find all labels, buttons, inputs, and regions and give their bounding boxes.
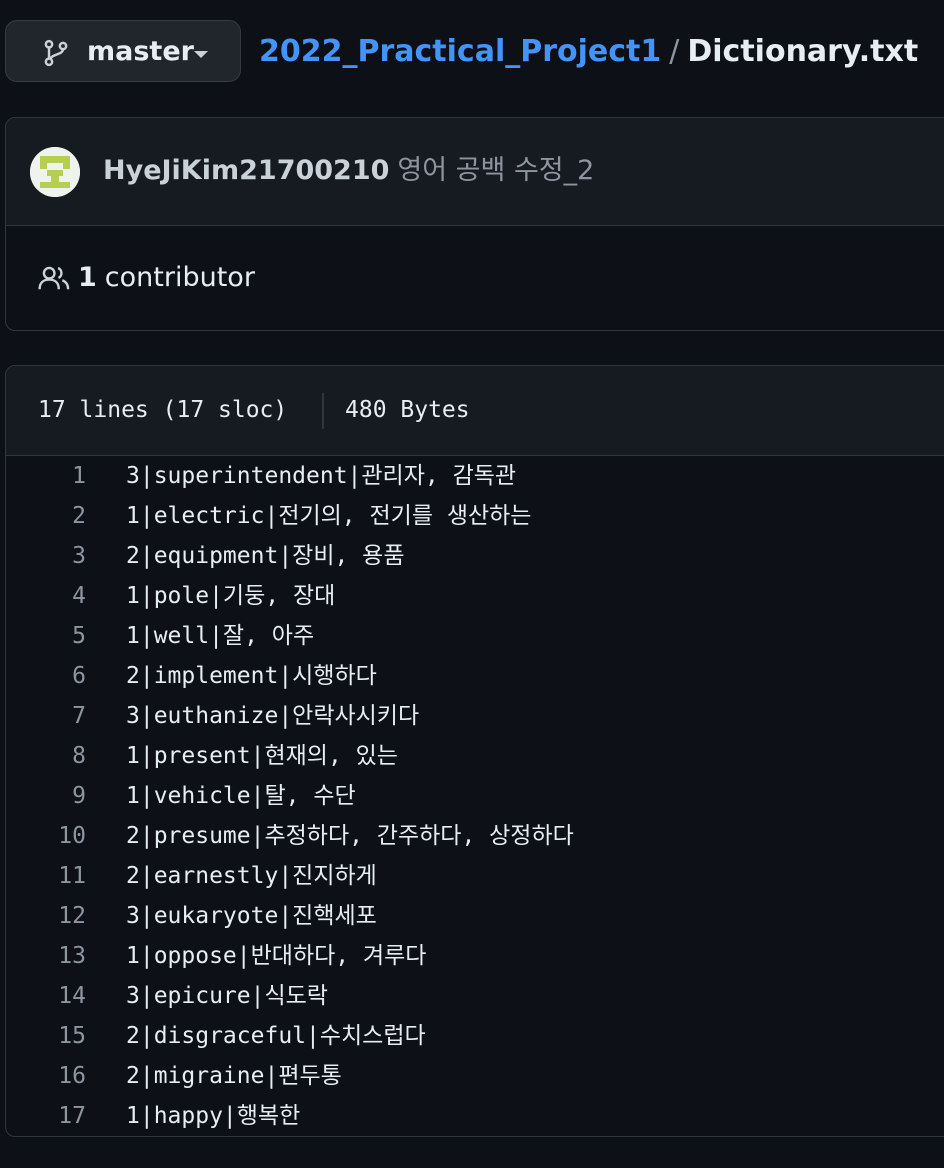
code-line: 8 1|present|현재의, 있는 [6,736,944,776]
line-number[interactable]: 16 [6,1056,86,1096]
code-line: 15 2|disgraceful|수치스럽다 [6,1016,944,1056]
line-content: 1|present|현재의, 있는 [126,743,398,769]
line-content: 1|happy|행복한 [126,1103,301,1129]
code-line: 16 2|migraine|편두통 [6,1056,944,1096]
chevron-down-icon [194,51,208,58]
line-content: 3|superintendent|관리자, 감독관 [126,463,517,489]
line-number[interactable]: 15 [6,1016,86,1056]
line-number[interactable]: 17 [6,1096,86,1136]
line-number[interactable]: 2 [6,496,86,536]
contributor-count: 1 [78,262,97,293]
code-line: 9 1|vehicle|탈, 수단 [6,776,944,816]
contributors-link[interactable]: 1 contributor [38,261,255,295]
breadcrumb-repo-link[interactable]: 2022_Practical_Project1 [259,34,661,69]
code-line: 4 1|pole|기둥, 장대 [6,576,944,616]
commit-header: HyeJiKim21700210 영어 공백 수정_2 [6,118,944,226]
line-number[interactable]: 10 [6,816,86,856]
latest-commit-box: HyeJiKim21700210 영어 공백 수정_2 1 contributor [5,117,944,331]
line-content: 3|eukaryote|진핵세포 [126,903,377,929]
code-line: 5 1|well|잘, 아주 [6,616,944,656]
line-number[interactable]: 12 [6,896,86,936]
commit-message-link[interactable]: 영어 공백 수정_2 [397,155,594,186]
commit-author-name[interactable]: HyeJiKim21700210 [103,155,389,186]
file-size: 480 Bytes [345,397,470,423]
line-number[interactable]: 5 [6,616,86,656]
line-content: 1|pole|기둥, 장대 [126,583,336,609]
code-line: 17 1|happy|행복한 [6,1096,944,1136]
file-info-divider [322,393,324,429]
code-line: 3 2|equipment|장비, 용품 [6,536,944,576]
people-icon [38,266,70,290]
line-content: 1|well|잘, 아주 [126,623,315,649]
line-content: 1|electric|전기의, 전기를 생산하는 [126,503,532,529]
line-number[interactable]: 8 [6,736,86,776]
code-line: 11 2|earnestly|진지하게 [6,856,944,896]
contributor-label: contributor [104,262,255,293]
git-branch-icon [44,39,68,67]
breadcrumb-separator: / [669,34,680,69]
line-content: 2|migraine|편두통 [126,1063,342,1089]
line-number[interactable]: 1 [6,456,86,496]
line-number[interactable]: 9 [6,776,86,816]
code-line: 14 3|epicure|식도락 [6,976,944,1016]
file-line-count: 17 lines (17 sloc) [38,397,288,423]
line-number[interactable]: 6 [6,656,86,696]
code-line: 10 2|presume|추정하다, 간주하다, 상정하다 [6,816,944,856]
file-viewer: 17 lines (17 sloc) 480 Bytes 1 3|superint… [5,365,944,1137]
line-number[interactable]: 14 [6,976,86,1016]
line-content: 2|earnestly|진지하게 [126,863,377,889]
line-content: 2|presume|추정하다, 간주하다, 상정하다 [126,823,574,849]
code-line: 7 3|euthanize|안락사시키다 [6,696,944,736]
line-number[interactable]: 13 [6,936,86,976]
code-line: 1 3|superintendent|관리자, 감독관 [6,456,944,496]
line-content: 3|epicure|식도락 [126,983,328,1009]
code-line: 13 1|oppose|반대하다, 겨루다 [6,936,944,976]
commit-author-link[interactable]: HyeJiKim21700210 영어 공백 수정_2 [103,154,594,188]
code-line: 2 1|electric|전기의, 전기를 생산하는 [6,496,944,536]
breadcrumb-file-name: Dictionary.txt [687,34,919,69]
line-number[interactable]: 7 [6,696,86,736]
code-line: 12 3|eukaryote|진핵세포 [6,896,944,936]
line-content: 2|implement|시행하다 [126,663,377,689]
line-number[interactable]: 4 [6,576,86,616]
line-content: 2|equipment|장비, 용품 [126,543,405,569]
line-number[interactable]: 3 [6,536,86,576]
file-info-bar: 17 lines (17 sloc) 480 Bytes [6,366,944,456]
line-content: 3|euthanize|안락사시키다 [126,703,420,729]
line-number[interactable]: 11 [6,856,86,896]
file-header-bar: master 2022_Practical_Project1/Dictionar… [0,0,944,110]
line-content: 1|oppose|반대하다, 겨루다 [126,943,427,969]
line-content: 1|vehicle|탈, 수단 [126,783,356,809]
breadcrumb: 2022_Practical_Project1/Dictionary.txt [259,32,918,72]
line-content: 2|disgraceful|수치스럽다 [126,1023,426,1049]
code-line: 6 2|implement|시행하다 [6,656,944,696]
identicon-avatar[interactable] [30,147,80,197]
branch-select-button[interactable]: master [5,20,241,82]
branch-name: master [87,36,194,67]
